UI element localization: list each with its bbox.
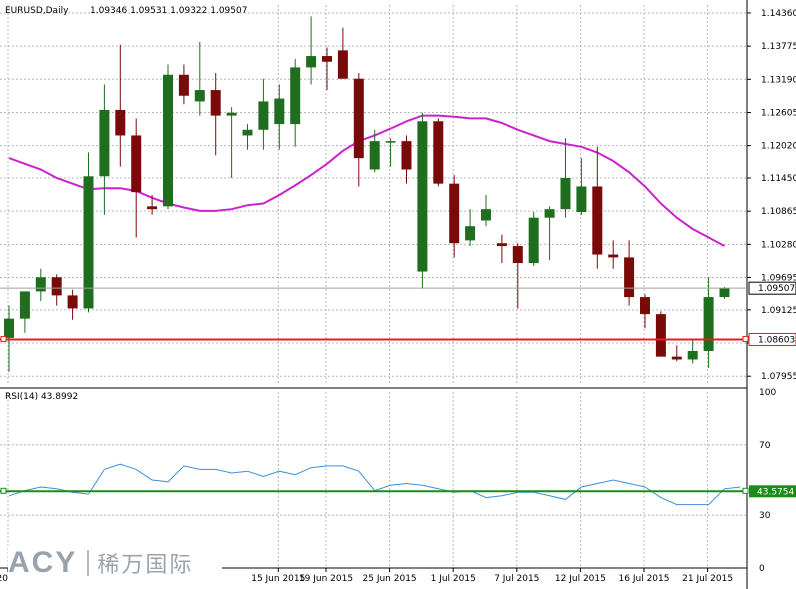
chart-header-symbol: EURUSD,Daily [5,6,69,16]
candle-body-25 [401,141,412,170]
candle-body-15 [242,129,253,136]
candle-body-1 [19,291,30,319]
candle-body-37 [592,186,603,255]
candle-body-0 [4,318,14,338]
candle-body-39 [624,257,635,298]
support-line-handle-left [0,335,7,342]
candle-body-42 [671,356,682,360]
candle-body-9 [147,206,158,210]
acy-watermark: ACY 稀万国际 [8,545,222,581]
candle-body-35 [560,177,571,210]
candle-body-29 [465,226,476,241]
date-label-6: 12 Jul 2015 [555,574,606,584]
date-label-3: 25 Jun 2015 [363,574,417,584]
price-label-2: 1.13190 [761,75,796,85]
candle-body-31 [496,243,507,247]
chart-area: 1.14360 1.13775 1.13190 1.12605 1.12020 1.114… [0,0,796,589]
price-label-4: 1.12020 [761,142,796,152]
date-label-8: 21 Jul 2015 [682,574,733,584]
candle-body-30 [481,209,491,221]
candle-body-12 [194,90,205,102]
main-frame [0,0,748,589]
rsi-label-3: 0 [759,564,765,574]
date-label-2: 19 Jun 2015 [299,574,353,584]
candle-body-10 [163,74,173,207]
candle-body-32 [512,246,523,264]
candle-body-43 [687,350,698,360]
candle-body-4 [67,295,78,309]
candle-body-3 [51,277,62,296]
rsi-level-handle-right [742,487,749,494]
rsi-title: RSI(14) 43.8992 [5,392,78,402]
candle-body-24 [385,141,396,143]
price-label-9: 1.09125 [761,306,796,316]
logo-cn-text: 稀万国际 [97,553,194,578]
candle-body-14 [226,112,237,116]
candle-body-45 [719,288,730,298]
rsi-line [8,463,741,506]
price-label-11: 1.07955 [761,372,796,382]
candle-body-17 [274,98,285,125]
support-price-text: 1.08603 [758,335,795,345]
logo-separator [87,550,90,576]
candle-body-34 [544,209,555,218]
logo-brand: ACY [8,546,78,579]
candle-body-7 [115,109,126,136]
candle-body-23 [369,141,380,170]
candle-body-27 [433,121,444,184]
date-label-7: 16 Jul 2015 [619,574,670,584]
price-label-5: 1.11450 [761,174,796,184]
rsi-layer [0,463,749,506]
candle-body-38 [608,254,619,258]
candle-body-8 [131,135,142,193]
date-label-4: 1 Jul 2015 [431,574,476,584]
price-label-7: 1.10280 [761,240,796,250]
date-label-5: 7 Jul 2015 [494,574,539,584]
price-label-1: 1.13775 [761,42,796,52]
candle-body-20 [322,56,332,62]
candle-body-11 [178,74,189,96]
candle-body-6 [99,109,110,177]
date-label-1: 15 Jun 2015 [251,574,305,584]
candle-body-41 [655,314,666,357]
rsi-label-2: 30 [759,511,771,521]
candle-body-26 [417,121,428,272]
candle-body-2 [35,277,46,292]
rsi-label-0: 100 [759,388,776,398]
rsi-level-handle-left [0,487,7,494]
lines [0,287,749,342]
current-price-text: 1.09507 [758,284,795,294]
candle-body-33 [528,217,539,264]
chart-header-ohlc: 1.09346 1.09531 1.09322 1.09507 [90,6,247,16]
grid [0,5,747,568]
candle-body-19 [306,56,317,68]
candle-body-44 [703,297,714,351]
price-label-3: 1.12605 [761,108,796,118]
candle-body-28 [449,183,460,244]
price-label-6: 1.10865 [761,207,796,217]
candle-body-18 [290,67,301,125]
candles [4,16,730,372]
rsi-level-text: 43.5754 [757,487,794,497]
candle-body-22 [353,78,364,159]
candle-body-40 [640,297,650,315]
axes: 1.14360 1.13775 1.13190 1.12605 1.12020 1.114… [0,9,796,584]
rsi-label-1: 70 [759,441,771,451]
candle-body-13 [210,90,221,116]
candle-body-16 [258,101,269,130]
candle-body-36 [576,186,587,213]
support-line-handle-right [742,335,749,342]
price-label-0: 1.14360 [761,9,796,19]
candle-body-21 [337,50,348,79]
